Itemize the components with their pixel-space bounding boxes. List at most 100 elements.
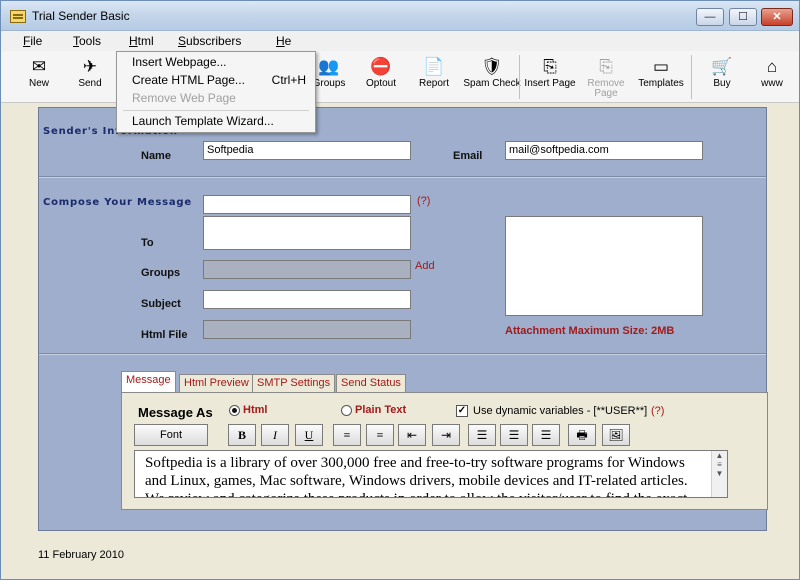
remove-page-button[interactable]: ⎘ Remove Page [577,53,635,101]
remove-page-icon: ⎘ [599,57,613,76]
menu-subscribers[interactable]: Subscribers [178,34,241,48]
insert-webpage-item[interactable]: Insert Webpage... [118,53,314,71]
italic-button[interactable]: I [261,424,289,446]
launch-template-wizard-item[interactable]: Launch Template Wizard... [118,112,314,130]
maximize-button[interactable]: ☐ [729,8,757,26]
menu-bar: File Tools Html Subscribers He [1,31,799,51]
toolbar-separator [519,55,520,99]
remove-web-page-item[interactable]: Remove Web Page [118,89,314,107]
templates-label: Templates [638,78,684,89]
attachments-list[interactable] [505,216,703,316]
toolbar-separator [691,55,692,99]
html-option-label: Html [243,404,268,416]
send-button[interactable]: ✈ Send [61,53,119,101]
align-right-button[interactable]: ☰ [532,424,560,446]
indent-button[interactable]: ⇥ [432,424,460,446]
buy-button[interactable]: 🛒 Buy [693,53,751,101]
remove-page-label: Remove Page [587,78,625,99]
html-menu-dropdown: Insert Webpage... Create HTML Page... Ct… [116,51,316,133]
name-label: Name [141,150,171,162]
menu-help[interactable]: He [276,34,291,48]
cart-icon: 🛒 [711,57,733,76]
tab-send-status[interactable]: Send Status [336,374,406,393]
html-radio[interactable] [229,405,240,416]
menu-separator [123,110,309,111]
spam-check-button[interactable]: 🛡 Spam Check [463,53,521,101]
font-button[interactable]: Font [134,424,208,446]
align-center-button[interactable]: ☰ [500,424,528,446]
add-group-link[interactable]: Add [415,260,435,272]
insert-image-button[interactable]: 🖼 [602,424,630,446]
report-button[interactable]: 📄 Report [405,53,463,101]
templates-button[interactable]: ▭ Templates [632,53,690,101]
compose-field[interactable] [203,195,411,214]
underline-button[interactable]: U [295,424,323,446]
bullet-list-button[interactable]: ≡ [366,424,394,446]
name-field[interactable]: Softpedia [203,141,411,160]
menu-file[interactable]: File [23,34,42,48]
close-button[interactable]: ✕ [761,8,793,26]
email-field[interactable]: mail@softpedia.com [505,141,703,160]
minimize-button[interactable]: — [696,8,724,26]
message-editor[interactable]: Softpedia is a library of over 300,000 f… [134,450,728,498]
tab-html-preview[interactable]: Html Preview [179,374,254,393]
shield-icon: 🛡 [481,57,503,76]
dynamic-variables-checkbox[interactable]: ✓ [456,405,468,417]
groups-field[interactable] [203,260,411,279]
insert-link-button[interactable]: 🖶 [568,424,596,446]
to-label: To [141,237,154,249]
menu-item-label: Create HTML Page... [132,73,245,87]
plain-text-option-label: Plain Text [355,404,407,416]
new-button[interactable]: ✉ New [10,53,68,101]
subject-label: Subject [141,298,181,310]
optout-button[interactable]: ⛔ Optout [352,53,410,101]
email-label: Email [453,150,483,162]
align-left-button[interactable]: ☰ [468,424,496,446]
www-button[interactable]: ⌂ www [747,53,797,101]
optout-icon: ⛔ [370,57,392,76]
compose-section-title: Compose Your Message [43,197,192,208]
home-icon: ⌂ [766,57,778,76]
section-divider [39,176,766,178]
attachment-size-note: Attachment Maximum Size: 2MB [505,325,675,337]
status-date: 11 February 2010 [38,549,125,561]
create-html-page-item[interactable]: Create HTML Page... Ctrl+H [118,71,314,89]
app-icon [10,10,26,23]
buy-label: Buy [713,78,731,89]
window-title: Trial Sender Basic [32,9,130,23]
compose-help-link[interactable]: (?) [417,195,430,207]
groups-label: Groups [312,78,346,89]
html-file-field[interactable] [203,320,411,339]
menu-html[interactable]: Html [129,34,154,48]
tab-smtp-settings[interactable]: SMTP Settings [252,374,336,393]
groups-icon: 👥 [318,57,340,76]
numbered-list-button[interactable]: ≡ [333,424,361,446]
dynamic-variables-label: Use dynamic variables - [**USER**] [473,405,648,417]
envelope-icon: ✉ [31,57,47,76]
menu-tools[interactable]: Tools [73,34,101,48]
editor-scrollbar[interactable]: ▲ ≡ ▼ [711,451,727,497]
plain-text-radio[interactable] [341,405,352,416]
title-bar[interactable]: Trial Sender Basic — ☐ ✕ [1,1,799,31]
subject-field[interactable] [203,290,411,309]
tab-message[interactable]: Message [121,371,176,393]
menu-item-label: Launch Template Wizard... [132,114,274,128]
templates-icon: ▭ [652,57,670,76]
bold-button[interactable]: B [228,424,256,446]
message-as-label: Message As [138,405,213,420]
report-icon: 📄 [423,57,445,76]
dynamic-help-link[interactable]: (?) [651,405,664,417]
to-field[interactable] [203,216,411,250]
menu-item-label: Remove Web Page [132,91,236,105]
menu-item-label: Insert Webpage... [132,55,227,69]
insert-page-label: Insert Page [524,78,576,89]
insert-page-button[interactable]: ⎘ Insert Page [521,53,579,101]
outdent-button[interactable]: ⇤ [398,424,426,446]
optout-label: Optout [365,78,397,89]
section-divider [39,353,766,355]
shortcut-label: Ctrl+H [271,73,306,87]
send-label: Send [78,78,102,89]
send-icon: ✈ [82,57,98,76]
app-window: Trial Sender Basic — ☐ ✕ File Tools Html… [0,0,800,580]
groups-label: Groups [141,267,181,279]
